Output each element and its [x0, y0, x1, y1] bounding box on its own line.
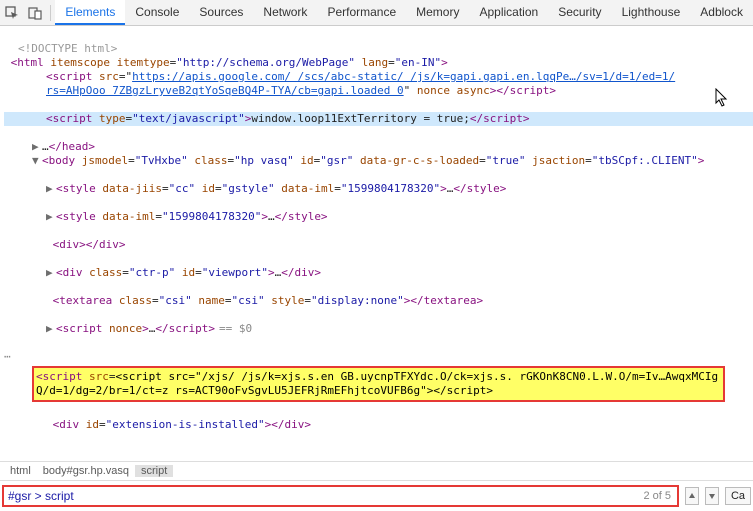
- tab-elements[interactable]: Elements: [55, 0, 125, 25]
- highlighted-script[interactable]: <script src=<script src="/xjs/ /js/k=xjs…: [34, 368, 723, 400]
- crumb-body[interactable]: body#gsr.hp.vasq: [37, 465, 135, 477]
- dom-breadcrumb: html body#gsr.hp.vasq script: [0, 461, 753, 481]
- dom-tree[interactable]: <!DOCTYPE html> <html itemscope itemtype…: [0, 26, 753, 438]
- tab-sources[interactable]: Sources: [189, 0, 253, 25]
- style2-line[interactable]: ▶<style data-iml="1599804178320">…</styl…: [4, 210, 753, 224]
- tab-security[interactable]: Security: [548, 0, 611, 25]
- find-count: 2 of 5: [637, 490, 677, 502]
- script-link-1[interactable]: <script src="https://apis.google.com/ /s…: [4, 70, 753, 98]
- toolbar-divider: [50, 5, 51, 21]
- highlighted-match-box[interactable]: <script src=<script src="/xjs/ /js/k=xjs…: [32, 366, 725, 402]
- ext-div-line[interactable]: <div id="extension-is-installed"></div>: [4, 418, 753, 432]
- ellipsis-line[interactable]: ⋯: [4, 350, 11, 363]
- find-bar: 2 of 5 Ca: [2, 485, 751, 507]
- find-input[interactable]: [4, 489, 637, 503]
- devtools-toolbar: Elements Console Sources Network Perform…: [0, 0, 753, 26]
- device-toggle-icon[interactable]: [23, 0, 46, 26]
- html-open-line[interactable]: <html itemscope itemtype="http://schema.…: [4, 56, 448, 69]
- selected-script-line[interactable]: <script type="text/javascript">window.lo…: [4, 112, 753, 126]
- inspect-icon[interactable]: [0, 0, 23, 26]
- body-open-line[interactable]: ▼<body jsmodel="TvHxbe" class="hp vasq" …: [4, 154, 753, 168]
- tab-console[interactable]: Console: [125, 0, 189, 25]
- tab-adblock[interactable]: Adblock: [690, 0, 753, 25]
- tab-network[interactable]: Network: [253, 0, 317, 25]
- doctype-line[interactable]: <!DOCTYPE html>: [4, 42, 117, 55]
- style1-line[interactable]: ▶<style data-jiis="cc" id="gstyle" data-…: [4, 182, 753, 196]
- tab-application[interactable]: Application: [469, 0, 548, 25]
- crumb-script[interactable]: script: [135, 465, 173, 477]
- div2-line[interactable]: ▶<div class="ctr-p" id="viewport">…</div…: [4, 266, 753, 280]
- find-input-wrap: 2 of 5: [2, 485, 679, 507]
- textarea-line[interactable]: <textarea class="csi" name="csi" style="…: [4, 294, 753, 308]
- find-prev-button[interactable]: [685, 487, 699, 505]
- div1-line[interactable]: <div></div>: [4, 238, 753, 252]
- toolbar-tabs: Elements Console Sources Network Perform…: [55, 0, 753, 25]
- tab-memory[interactable]: Memory: [406, 0, 469, 25]
- tab-lighthouse[interactable]: Lighthouse: [612, 0, 691, 25]
- find-cancel-button[interactable]: Ca: [725, 487, 751, 505]
- tab-performance[interactable]: Performance: [317, 0, 406, 25]
- find-next-button[interactable]: [705, 487, 719, 505]
- head-close-line[interactable]: ▶…</head>: [4, 140, 95, 153]
- crumb-html[interactable]: html: [4, 465, 37, 477]
- script-nonce-line[interactable]: ▶<script nonce>…</script>== $0: [4, 322, 753, 336]
